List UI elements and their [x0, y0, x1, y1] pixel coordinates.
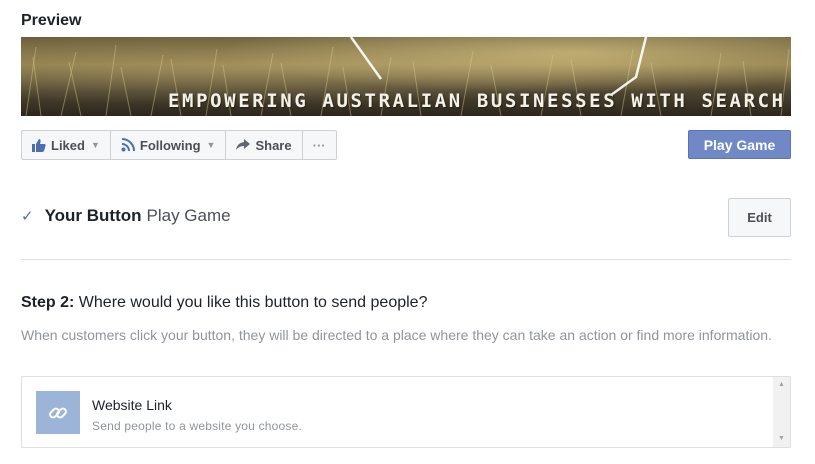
- following-button[interactable]: Following ▼: [111, 131, 227, 159]
- section-divider: [21, 259, 791, 260]
- destination-options-list: Website Link Send people to a website yo…: [21, 376, 791, 448]
- chevron-down-icon: ▼: [206, 140, 216, 150]
- preview-heading: Preview: [21, 12, 82, 29]
- following-label: Following: [139, 137, 201, 153]
- page-action-bar: Liked ▼ Following ▼ Share ···: [21, 130, 337, 160]
- chevron-down-icon: ▼: [90, 140, 100, 150]
- step-2-prefix: Step 2:: [21, 294, 75, 311]
- share-arrow-icon: [236, 139, 251, 151]
- step-2-description: When customers click your button, they w…: [21, 327, 772, 343]
- option-subtitle: Send people to a website you choose.: [92, 419, 303, 433]
- scrollbar[interactable]: ▲ ▼: [773, 377, 790, 447]
- share-button[interactable]: Share: [226, 131, 303, 159]
- cover-photo: EMPOWERING AUSTRALIAN BUSINESSES WITH SE…: [21, 37, 791, 116]
- scroll-up-icon[interactable]: ▲: [773, 379, 790, 391]
- share-label: Share: [255, 137, 292, 153]
- your-button-summary: ✓ Your Button Play Game: [21, 206, 231, 226]
- option-title: Website Link: [92, 397, 172, 413]
- thumbs-up-icon: [32, 138, 46, 152]
- checkmark-icon: ✓: [21, 208, 34, 225]
- your-button-label: Your Button: [44, 206, 142, 225]
- rss-icon: [121, 138, 135, 152]
- scroll-down-icon[interactable]: ▼: [773, 433, 790, 445]
- liked-label: Liked: [51, 137, 85, 153]
- more-icon: ···: [312, 137, 326, 153]
- cover-tagline: EMPOWERING AUSTRALIAN BUSINESSES WITH SE…: [168, 90, 791, 112]
- edit-button[interactable]: Edit: [728, 198, 791, 237]
- step-2-heading: Step 2: Where would you like this button…: [21, 294, 427, 312]
- liked-button[interactable]: Liked ▼: [22, 131, 111, 159]
- play-game-cta-button[interactable]: Play Game: [688, 130, 791, 159]
- link-icon: [36, 391, 80, 434]
- step-2-question: Where would you like this button to send…: [78, 294, 428, 311]
- more-options-button[interactable]: ···: [303, 131, 336, 159]
- your-button-value: Play Game: [146, 206, 231, 225]
